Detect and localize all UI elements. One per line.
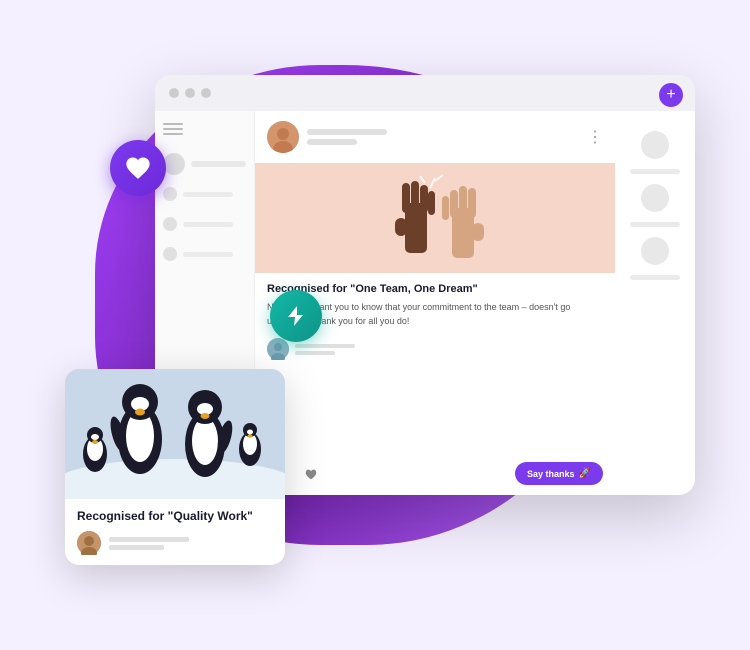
small-card-avatar xyxy=(77,531,101,555)
commenter-info xyxy=(295,344,355,355)
small-card-user-name xyxy=(109,537,189,542)
small-card-user-info xyxy=(109,537,189,550)
browser-dot-1 xyxy=(169,88,179,98)
right-line-2 xyxy=(630,222,680,227)
heart-badge xyxy=(110,140,166,196)
menu-label-2 xyxy=(183,222,233,227)
small-card: Recognised for "Quality Work" xyxy=(65,369,285,565)
lightning-icon xyxy=(284,304,308,328)
card-actions-bar: Say thanks 🚀 xyxy=(255,462,615,495)
sidebar-name-line xyxy=(191,161,246,167)
card-header: ⋮ xyxy=(255,111,615,163)
commenter-avatar xyxy=(267,338,289,360)
lightning-badge xyxy=(270,290,322,342)
more-options-button[interactable]: ⋮ xyxy=(587,127,603,147)
small-card-footer xyxy=(77,531,273,555)
right-avatar-2 xyxy=(641,184,669,212)
author-name-line xyxy=(307,129,387,135)
post-author-info xyxy=(307,129,579,145)
commenter-detail xyxy=(295,351,335,355)
card-title: Recognised for "One Team, One Dream" xyxy=(267,283,603,295)
sidebar-avatar xyxy=(163,153,185,175)
author-detail-line xyxy=(307,139,357,145)
sidebar-item-1[interactable] xyxy=(163,183,246,205)
sidebar-user-row xyxy=(163,153,246,175)
commenter-name xyxy=(295,344,355,348)
right-avatar-3 xyxy=(641,237,669,265)
sidebar-item-2[interactable] xyxy=(163,213,246,235)
menu-icon-2 xyxy=(163,217,177,231)
menu-label-1 xyxy=(183,192,233,197)
browser-right-panel xyxy=(615,111,695,495)
add-button[interactable]: + xyxy=(659,83,683,107)
menu-label-3 xyxy=(183,252,233,257)
small-card-title: Recognised for "Quality Work" xyxy=(77,509,273,523)
say-thanks-button[interactable]: Say thanks 🚀 xyxy=(515,462,603,485)
browser-dot-3 xyxy=(201,88,211,98)
small-card-image xyxy=(65,369,285,499)
commenter-row xyxy=(267,338,603,360)
right-line-1 xyxy=(630,169,680,174)
penguin-illustration xyxy=(65,369,285,499)
menu-icon-3 xyxy=(163,247,177,261)
post-author-avatar xyxy=(267,121,299,153)
say-thanks-label: Say thanks xyxy=(527,469,575,479)
send-icon: 🚀 xyxy=(579,468,591,479)
heart-reaction-button[interactable] xyxy=(303,466,319,482)
sidebar-item-3[interactable] xyxy=(163,243,246,265)
right-avatar-1 xyxy=(641,131,669,159)
right-line-3 xyxy=(630,275,680,280)
heart-icon xyxy=(124,154,152,182)
browser-titlebar xyxy=(155,75,695,111)
scene: ⋮ xyxy=(35,45,715,605)
browser-dot-2 xyxy=(185,88,195,98)
high-five-illustration xyxy=(355,173,515,273)
card-hero-image xyxy=(255,163,615,273)
hamburger-icon[interactable] xyxy=(163,123,183,137)
menu-icon-1 xyxy=(163,187,177,201)
small-card-user-detail xyxy=(109,545,164,550)
small-card-body: Recognised for "Quality Work" xyxy=(65,499,285,565)
